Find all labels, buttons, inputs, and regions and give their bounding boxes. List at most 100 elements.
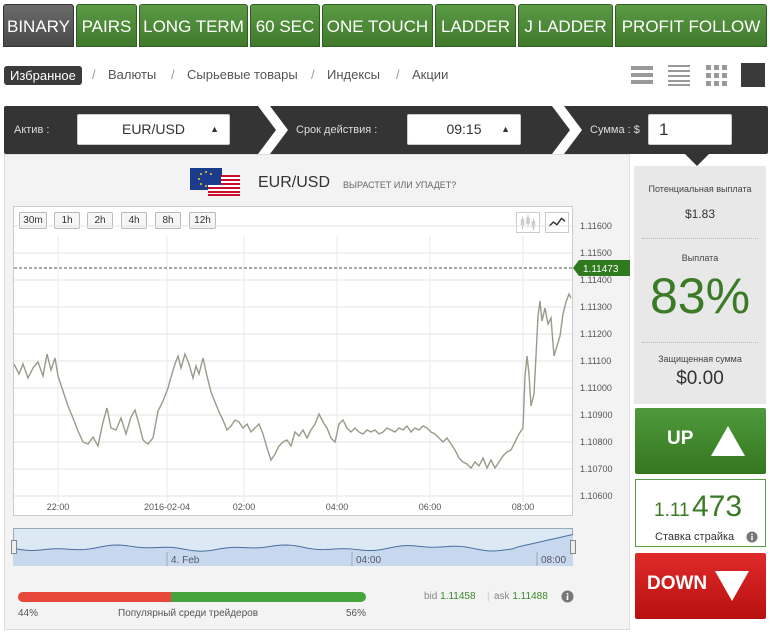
chevron-right-icon (552, 106, 582, 154)
info-icon[interactable] (561, 590, 574, 603)
strike-price-label: Ставка страйка (655, 531, 735, 543)
down-button-label: DOWN (647, 573, 708, 594)
product-tabs: BINARY PAIRS LONG TERM 60 SEC ONE TOUCH … (0, 0, 770, 50)
nav-favorites[interactable]: Избранное (4, 66, 82, 85)
y-tick-label: 1.10900 (580, 410, 613, 420)
navigator-label: 04:00 (356, 555, 381, 566)
amount-pointer-icon (684, 153, 710, 166)
select-arrows-icon: ▲ (210, 124, 219, 134)
nav-commodities[interactable]: Сырьевые товары (187, 67, 298, 82)
eur-usd-flag-icon (190, 168, 240, 196)
x-tick-label: 04:00 (326, 502, 349, 512)
amount-label: Сумма : $ (590, 124, 640, 136)
bid-value: 1.11458 (440, 591, 476, 602)
y-tick-label: 1.11500 (580, 248, 612, 258)
popularity-label: Популярный среди трейдеров (118, 608, 259, 619)
x-tick-label: 08:00 (512, 502, 535, 512)
x-tick-label: 02:00 (233, 502, 256, 512)
protected-amount-value: $0.00 (676, 368, 724, 389)
nav-separator: / (311, 67, 315, 82)
potential-payout-label: Потенциальная выплата (648, 184, 752, 194)
strike-price-suffix: 473 (692, 490, 743, 523)
tab-one-touch[interactable]: ONE TOUCH (322, 4, 433, 47)
tab-60-sec[interactable]: 60 SEC (250, 4, 320, 47)
popularity-down-percent: 44% (18, 608, 39, 619)
divider (642, 342, 758, 343)
asset-label: Актив : (14, 124, 50, 136)
asset-subtitle: ВЫРАСТЕТ ИЛИ УПАДЕТ? (343, 180, 457, 190)
y-tick-label: 1.11600 (580, 221, 612, 231)
navigator-label: 4. Feb (171, 555, 200, 566)
tab-ladder[interactable]: LADDER (435, 4, 516, 47)
expiry-label: Срок действия : (296, 124, 378, 136)
y-tick-label: 1.10600 (580, 491, 613, 501)
popularity-bar (18, 592, 366, 602)
expiry-select[interactable]: 09:15 ▲ (407, 114, 521, 145)
ask-quote: ask 1.11488 (494, 591, 548, 602)
strike-price-prefix: 1.11 (654, 500, 690, 521)
ask-label: ask (494, 591, 510, 602)
view-single-icon[interactable] (741, 63, 765, 87)
y-tick-label: 1.11400 (580, 275, 612, 285)
trading-app: BINARY PAIRS LONG TERM 60 SEC ONE TOUCH … (0, 0, 770, 635)
y-tick-label: 1.11000 (580, 383, 612, 393)
nav-currencies[interactable]: Валюты (108, 67, 156, 82)
payout-percent: 83% (649, 268, 751, 324)
navigator-area (13, 534, 573, 566)
nav-indices[interactable]: Индексы (327, 67, 380, 82)
nav-separator: / (171, 67, 175, 82)
popularity-bar-down-fill (18, 592, 172, 602)
tab-long-term[interactable]: LONG TERM (139, 4, 248, 47)
navigator-left-handle[interactable] (11, 540, 17, 554)
asset-title: EUR/USD (258, 174, 331, 191)
view-grid-icon[interactable] (704, 63, 728, 87)
y-tick-label: 1.11200 (580, 329, 612, 339)
tab-profit-follow[interactable]: PROFIT FOLLOW (615, 4, 767, 47)
amount-input[interactable]: 1 (648, 114, 732, 145)
asset-select-value: EUR/USD (121, 121, 185, 137)
price-tag-value: 1.11473 (583, 264, 619, 275)
up-button[interactable]: UP (635, 408, 766, 474)
y-tick-label: 1.10800 (580, 437, 613, 447)
tab-pairs[interactable]: PAIRS (76, 4, 137, 47)
arrow-up-icon (711, 426, 745, 456)
nav-stocks[interactable]: Акции (412, 67, 448, 82)
asset-category-nav: Избранное / Валюты / Сырьевые товары / И… (0, 62, 770, 90)
bid-quote: bid 1.11458 (424, 591, 476, 602)
nav-separator: / (396, 67, 400, 82)
payout-label: Выплата (681, 253, 719, 263)
popularity-up-percent: 56% (346, 608, 367, 619)
chevron-right-icon (258, 106, 288, 154)
view-list-large-icon[interactable] (630, 63, 654, 87)
x-tick-label: 22:00 (47, 502, 70, 512)
y-tick-label: 1.11100 (580, 356, 611, 366)
expiry-select-value: 09:15 (446, 121, 482, 137)
navigator-label: 08:00 (541, 555, 566, 566)
tab-binary[interactable]: BINARY (3, 4, 74, 47)
arrow-down-icon (715, 571, 749, 601)
protected-amount-label: Защищенная сумма (658, 354, 742, 364)
select-arrows-icon: ▲ (501, 124, 510, 134)
down-button[interactable]: DOWN (635, 553, 766, 619)
potential-payout-value: $1.83 (684, 207, 716, 221)
y-tick-label: 1.10700 (580, 464, 613, 474)
divider (642, 238, 758, 239)
amount-input-value: 1 (659, 120, 669, 139)
price-chart-canvas: 1.11600 1.11500 1.11400 1.11300 1.11200 1.111… (13, 221, 630, 512)
up-button-label: UP (667, 428, 694, 449)
x-tick-label: 2016-02-04 (144, 502, 190, 512)
trade-controls-bar: Актив : EUR/USD ▲ Срок действия : 09:15 … (4, 106, 768, 154)
current-price-tag: 1.11473 (573, 260, 630, 276)
asset-select[interactable]: EUR/USD ▲ (77, 114, 230, 145)
navigator-canvas: 4. Feb 04:00 08:00 (13, 534, 573, 566)
tab-j-ladder[interactable]: J LADDER (518, 4, 613, 47)
x-tick-label: 06:00 (419, 502, 442, 512)
info-icon[interactable] (746, 531, 758, 543)
navigator-right-handle[interactable] (570, 540, 576, 554)
strike-price-box: 1.11 473 Ставка страйка (635, 479, 766, 547)
view-list-small-icon[interactable] (667, 63, 691, 87)
bid-label: bid (424, 591, 438, 602)
quote-separator: | (487, 591, 490, 602)
nav-separator: / (92, 67, 96, 82)
y-tick-label: 1.11300 (580, 302, 612, 312)
